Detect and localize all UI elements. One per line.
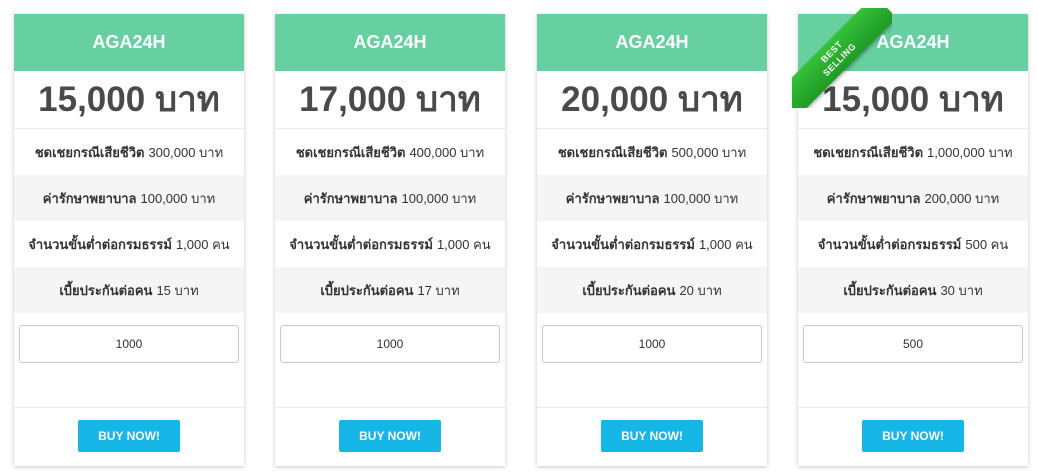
feature-row: จำนวนขั้นต่ำต่อกรมธรรม์ 1,000 คน <box>275 221 505 267</box>
feature-label: จำนวนขั้นต่ำต่อกรมธรรม์ <box>551 236 695 252</box>
feature-row: เบี้ยประกันต่อคน 30 บาท <box>798 267 1028 313</box>
feature-value: 15 บาท <box>156 282 199 298</box>
feature-row: ชดเชยกรณีเสียชีวิต 1,000,000 บาท <box>798 129 1028 175</box>
feature-label: เบี้ยประกันต่อคน <box>59 282 153 298</box>
feature-row: ค่ารักษาพยาบาล 100,000 บาท <box>275 175 505 221</box>
feature-value: 200,000 บาท <box>924 190 1000 206</box>
quantity-input[interactable] <box>542 325 762 363</box>
feature-value: 20 บาท <box>679 282 722 298</box>
feature-label: จำนวนขั้นต่ำต่อกรมธรรม์ <box>289 236 433 252</box>
quantity-section <box>798 313 1028 408</box>
feature-value: 100,000 บาท <box>140 190 216 206</box>
feature-label: ชดเชยกรณีเสียชีวิต <box>557 144 668 160</box>
feature-row: จำนวนขั้นต่ำต่อกรมธรรม์ 1,000 คน <box>537 221 767 267</box>
plan-title: AGA24H <box>275 14 505 71</box>
feature-row: ชดเชยกรณีเสียชีวิต 300,000 บาท <box>14 129 244 175</box>
plan-price: 20,000 บาท <box>537 71 767 129</box>
buy-row: BUY NOW! <box>798 408 1028 463</box>
feature-row: ค่ารักษาพยาบาล 100,000 บาท <box>537 175 767 221</box>
feature-value: 17 บาท <box>417 282 460 298</box>
quantity-input[interactable] <box>280 325 500 363</box>
feature-label: ชดเชยกรณีเสียชีวิต <box>295 144 406 160</box>
buy-row: BUY NOW! <box>537 408 767 463</box>
feature-label: ค่ารักษาพยาบาล <box>565 190 660 206</box>
quantity-input[interactable] <box>803 325 1023 363</box>
pricing-cards: AGA24H 15,000 บาท ชดเชยกรณีเสียชีวิต 300… <box>0 0 1038 474</box>
feature-label: จำนวนขั้นต่ำต่อกรมธรรม์ <box>28 236 172 252</box>
quantity-section <box>14 313 244 408</box>
feature-row: ชดเชยกรณีเสียชีวิต 500,000 บาท <box>537 129 767 175</box>
feature-row: จำนวนขั้นต่ำต่อกรมธรรม์ 1,000 คน <box>14 221 244 267</box>
feature-value: 30 บาท <box>940 282 983 298</box>
feature-label: ค่ารักษาพยาบาล <box>303 190 398 206</box>
feature-value: 100,000 บาท <box>401 190 477 206</box>
buy-row: BUY NOW! <box>14 408 244 463</box>
feature-label: ชดเชยกรณีเสียชีวิต <box>813 144 924 160</box>
feature-value: 100,000 บาท <box>663 190 739 206</box>
feature-value: 400,000 บาท <box>409 144 485 160</box>
feature-value: 1,000 คน <box>436 236 491 252</box>
buy-now-button[interactable]: BUY NOW! <box>339 419 441 452</box>
quantity-section <box>537 313 767 408</box>
feature-row: เบี้ยประกันต่อคน 17 บาท <box>275 267 505 313</box>
feature-label: ค่ารักษาพยาบาล <box>42 190 137 206</box>
feature-row: จำนวนขั้นต่ำต่อกรมธรรม์ 500 คน <box>798 221 1028 267</box>
pricing-card-featured: BEST SELLING AGA24H 15,000 บาท ชดเชยกรณี… <box>792 8 1028 466</box>
quantity-input[interactable] <box>19 325 239 363</box>
feature-row: ชดเชยกรณีเสียชีวิต 400,000 บาท <box>275 129 505 175</box>
feature-label: ค่ารักษาพยาบาล <box>826 190 921 206</box>
feature-label: เบี้ยประกันต่อคน <box>320 282 414 298</box>
feature-label: จำนวนขั้นต่ำต่อกรมธรรม์ <box>817 236 962 252</box>
feature-row: เบี้ยประกันต่อคน 15 บาท <box>14 267 244 313</box>
feature-value: 1,000 คน <box>698 236 753 252</box>
feature-value: 1,000 คน <box>175 236 230 252</box>
feature-label: เบี้ยประกันต่อคน <box>582 282 676 298</box>
plan-title: AGA24H <box>798 14 1028 71</box>
feature-value: 500,000 บาท <box>671 144 747 160</box>
pricing-card: AGA24H 15,000 บาท ชดเชยกรณีเสียชีวิต 300… <box>14 14 244 466</box>
quantity-section <box>275 313 505 408</box>
buy-now-button[interactable]: BUY NOW! <box>601 419 703 452</box>
pricing-card: AGA24H 17,000 บาท ชดเชยกรณีเสียชีวิต 400… <box>275 14 505 466</box>
plan-title: AGA24H <box>537 14 767 71</box>
buy-now-button[interactable]: BUY NOW! <box>78 419 180 452</box>
plan-price: 15,000 บาท <box>14 71 244 129</box>
feature-row: ค่ารักษาพยาบาล 200,000 บาท <box>798 175 1028 221</box>
feature-value: 1,000,000 บาท <box>927 144 1013 160</box>
plan-price: 17,000 บาท <box>275 71 505 129</box>
plan-title: AGA24H <box>14 14 244 71</box>
feature-row: ค่ารักษาพยาบาล 100,000 บาท <box>14 175 244 221</box>
feature-value: 300,000 บาท <box>148 144 224 160</box>
buy-now-button[interactable]: BUY NOW! <box>862 419 964 452</box>
feature-value: 500 คน <box>965 236 1009 252</box>
feature-label: เบี้ยประกันต่อคน <box>843 282 937 298</box>
buy-row: BUY NOW! <box>275 408 505 463</box>
feature-row: เบี้ยประกันต่อคน 20 บาท <box>537 267 767 313</box>
pricing-card: AGA24H 20,000 บาท ชดเชยกรณีเสียชีวิต 500… <box>537 14 767 466</box>
feature-label: ชดเชยกรณีเสียชีวิต <box>34 144 145 160</box>
plan-price: 15,000 บาท <box>798 71 1028 129</box>
